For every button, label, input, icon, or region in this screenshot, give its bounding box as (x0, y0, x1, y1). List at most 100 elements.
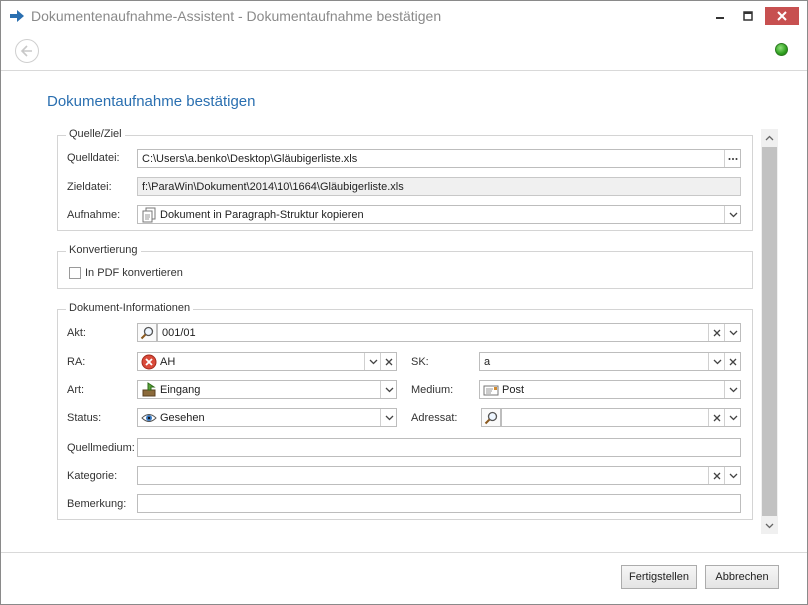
bemerkung-field[interactable] (137, 494, 741, 513)
quelldatei-value: C:\Users\a.benko\Desktop\Gläubigerliste.… (142, 153, 358, 165)
browse-button[interactable] (724, 150, 741, 167)
mail-post-icon (483, 382, 499, 398)
pdf-checkbox[interactable] (69, 267, 81, 279)
sk-label: SK: (411, 356, 429, 368)
arrow-left-icon (20, 45, 32, 57)
ra-select[interactable]: AH (137, 352, 397, 371)
window-title: Dokumentenaufnahme-Assistent - Dokumenta… (31, 8, 442, 24)
clear-x-icon (713, 414, 721, 421)
akt-search-button[interactable] (137, 323, 157, 342)
document-copy-icon (141, 207, 157, 223)
ra-dropdown[interactable] (364, 353, 381, 370)
chevron-down-icon (729, 415, 737, 420)
chevron-down-icon (729, 473, 737, 478)
kategorie-dropdown[interactable] (724, 467, 741, 484)
medium-value: Post (502, 384, 525, 396)
akt-dropdown[interactable] (724, 324, 741, 341)
group-label-konvertierung: Konvertierung (66, 244, 141, 256)
close-button[interactable] (765, 7, 799, 25)
akt-clear-button[interactable] (708, 324, 725, 341)
scroll-thumb[interactable] (762, 147, 777, 516)
adressat-label: Adressat: (411, 412, 458, 424)
aufnahme-label: Aufnahme: (67, 209, 121, 221)
chevron-down-icon (765, 523, 774, 528)
chevron-down-icon (385, 387, 393, 392)
pdf-checkbox-label[interactable]: In PDF konvertieren (85, 267, 183, 279)
adressat-clear-button[interactable] (708, 409, 725, 426)
kategorie-select[interactable] (137, 466, 741, 485)
adressat-dropdown[interactable] (724, 409, 741, 426)
status-label: Status: (67, 412, 102, 424)
medium-dropdown[interactable] (724, 381, 741, 398)
chevron-down-icon (729, 387, 737, 392)
quelldatei-label: Quelldatei: (67, 152, 120, 164)
dialog-window: Dokumentenaufnahme-Assistent - Dokumenta… (0, 0, 808, 605)
adressat-field[interactable] (501, 408, 741, 427)
medium-select[interactable]: Post (479, 380, 741, 399)
aufnahme-select[interactable]: Dokument in Paragraph-Struktur kopieren (137, 205, 741, 224)
aufnahme-dropdown[interactable] (724, 206, 741, 223)
maximize-button[interactable] (735, 5, 761, 27)
finish-button[interactable]: Fertigstellen (621, 565, 697, 589)
quellmedium-field[interactable] (137, 438, 741, 457)
back-button[interactable] (15, 39, 39, 63)
ra-label: RA: (67, 356, 86, 368)
group-label-dokument-informationen: Dokument-Informationen (66, 302, 194, 314)
medium-label: Medium: (411, 384, 454, 396)
sk-clear-button[interactable] (724, 353, 741, 370)
chevron-down-icon (729, 330, 737, 335)
scroll-up-button[interactable] (761, 129, 778, 146)
aufnahme-value: Dokument in Paragraph-Struktur kopieren (160, 209, 364, 221)
minimize-button[interactable] (707, 5, 733, 27)
akt-label: Akt: (67, 327, 86, 339)
inbox-icon (141, 382, 157, 398)
nav-bar (1, 31, 807, 71)
chevron-down-icon (713, 359, 721, 364)
error-x-icon (141, 354, 157, 370)
akt-field[interactable]: 001/01 (157, 323, 741, 342)
art-value: Eingang (160, 384, 201, 396)
status-indicator-icon (775, 43, 788, 56)
zieldatei-value: f:\ParaWin\Dokument\2014\10\1664\Gläubig… (142, 181, 404, 193)
sk-select[interactable]: a (479, 352, 741, 371)
search-icon (484, 411, 498, 424)
sk-dropdown[interactable] (708, 353, 725, 370)
arrow-right-app-icon (9, 8, 25, 24)
bemerkung-label: Bemerkung: (67, 498, 127, 510)
status-dropdown[interactable] (380, 409, 397, 426)
eye-icon (141, 410, 157, 426)
akt-value: 001/01 (162, 327, 196, 339)
sk-value: a (484, 356, 491, 368)
kategorie-clear-button[interactable] (708, 467, 725, 484)
clear-x-icon (713, 329, 721, 336)
maximize-icon (743, 11, 753, 21)
clear-x-icon (713, 472, 721, 479)
clear-x-icon (385, 358, 393, 365)
scroll-down-button[interactable] (761, 517, 778, 534)
chevron-up-icon (765, 135, 774, 140)
cancel-button[interactable]: Abbrechen (705, 565, 779, 589)
chevron-down-icon (369, 359, 377, 364)
ra-clear-button[interactable] (380, 353, 397, 370)
status-value: Gesehen (160, 412, 205, 424)
close-icon (777, 11, 787, 21)
group-label-quelle-ziel: Quelle/Ziel (66, 128, 125, 140)
chevron-down-icon (729, 212, 737, 217)
adressat-search-button[interactable] (481, 408, 501, 427)
clear-x-icon (729, 358, 737, 365)
quelldatei-field[interactable]: C:\Users\a.benko\Desktop\Gläubigerliste.… (137, 149, 741, 168)
art-label: Art: (67, 384, 85, 396)
ra-value: AH (160, 356, 176, 368)
vertical-scrollbar[interactable] (761, 129, 778, 534)
ellipsis-icon (728, 157, 738, 160)
zieldatei-field: f:\ParaWin\Dokument\2014\10\1664\Gläubig… (137, 177, 741, 196)
zieldatei-label: Zieldatei: (67, 181, 112, 193)
art-select[interactable]: Eingang (137, 380, 397, 399)
chevron-down-icon (385, 415, 393, 420)
status-select[interactable]: Gesehen (137, 408, 397, 427)
dialog-footer: Fertigstellen Abbrechen (1, 552, 807, 605)
search-icon (140, 326, 154, 339)
art-dropdown[interactable] (380, 381, 397, 398)
page-title: Dokumentaufnahme bestätigen (47, 93, 256, 110)
quellmedium-label: Quellmedium: (67, 442, 135, 454)
